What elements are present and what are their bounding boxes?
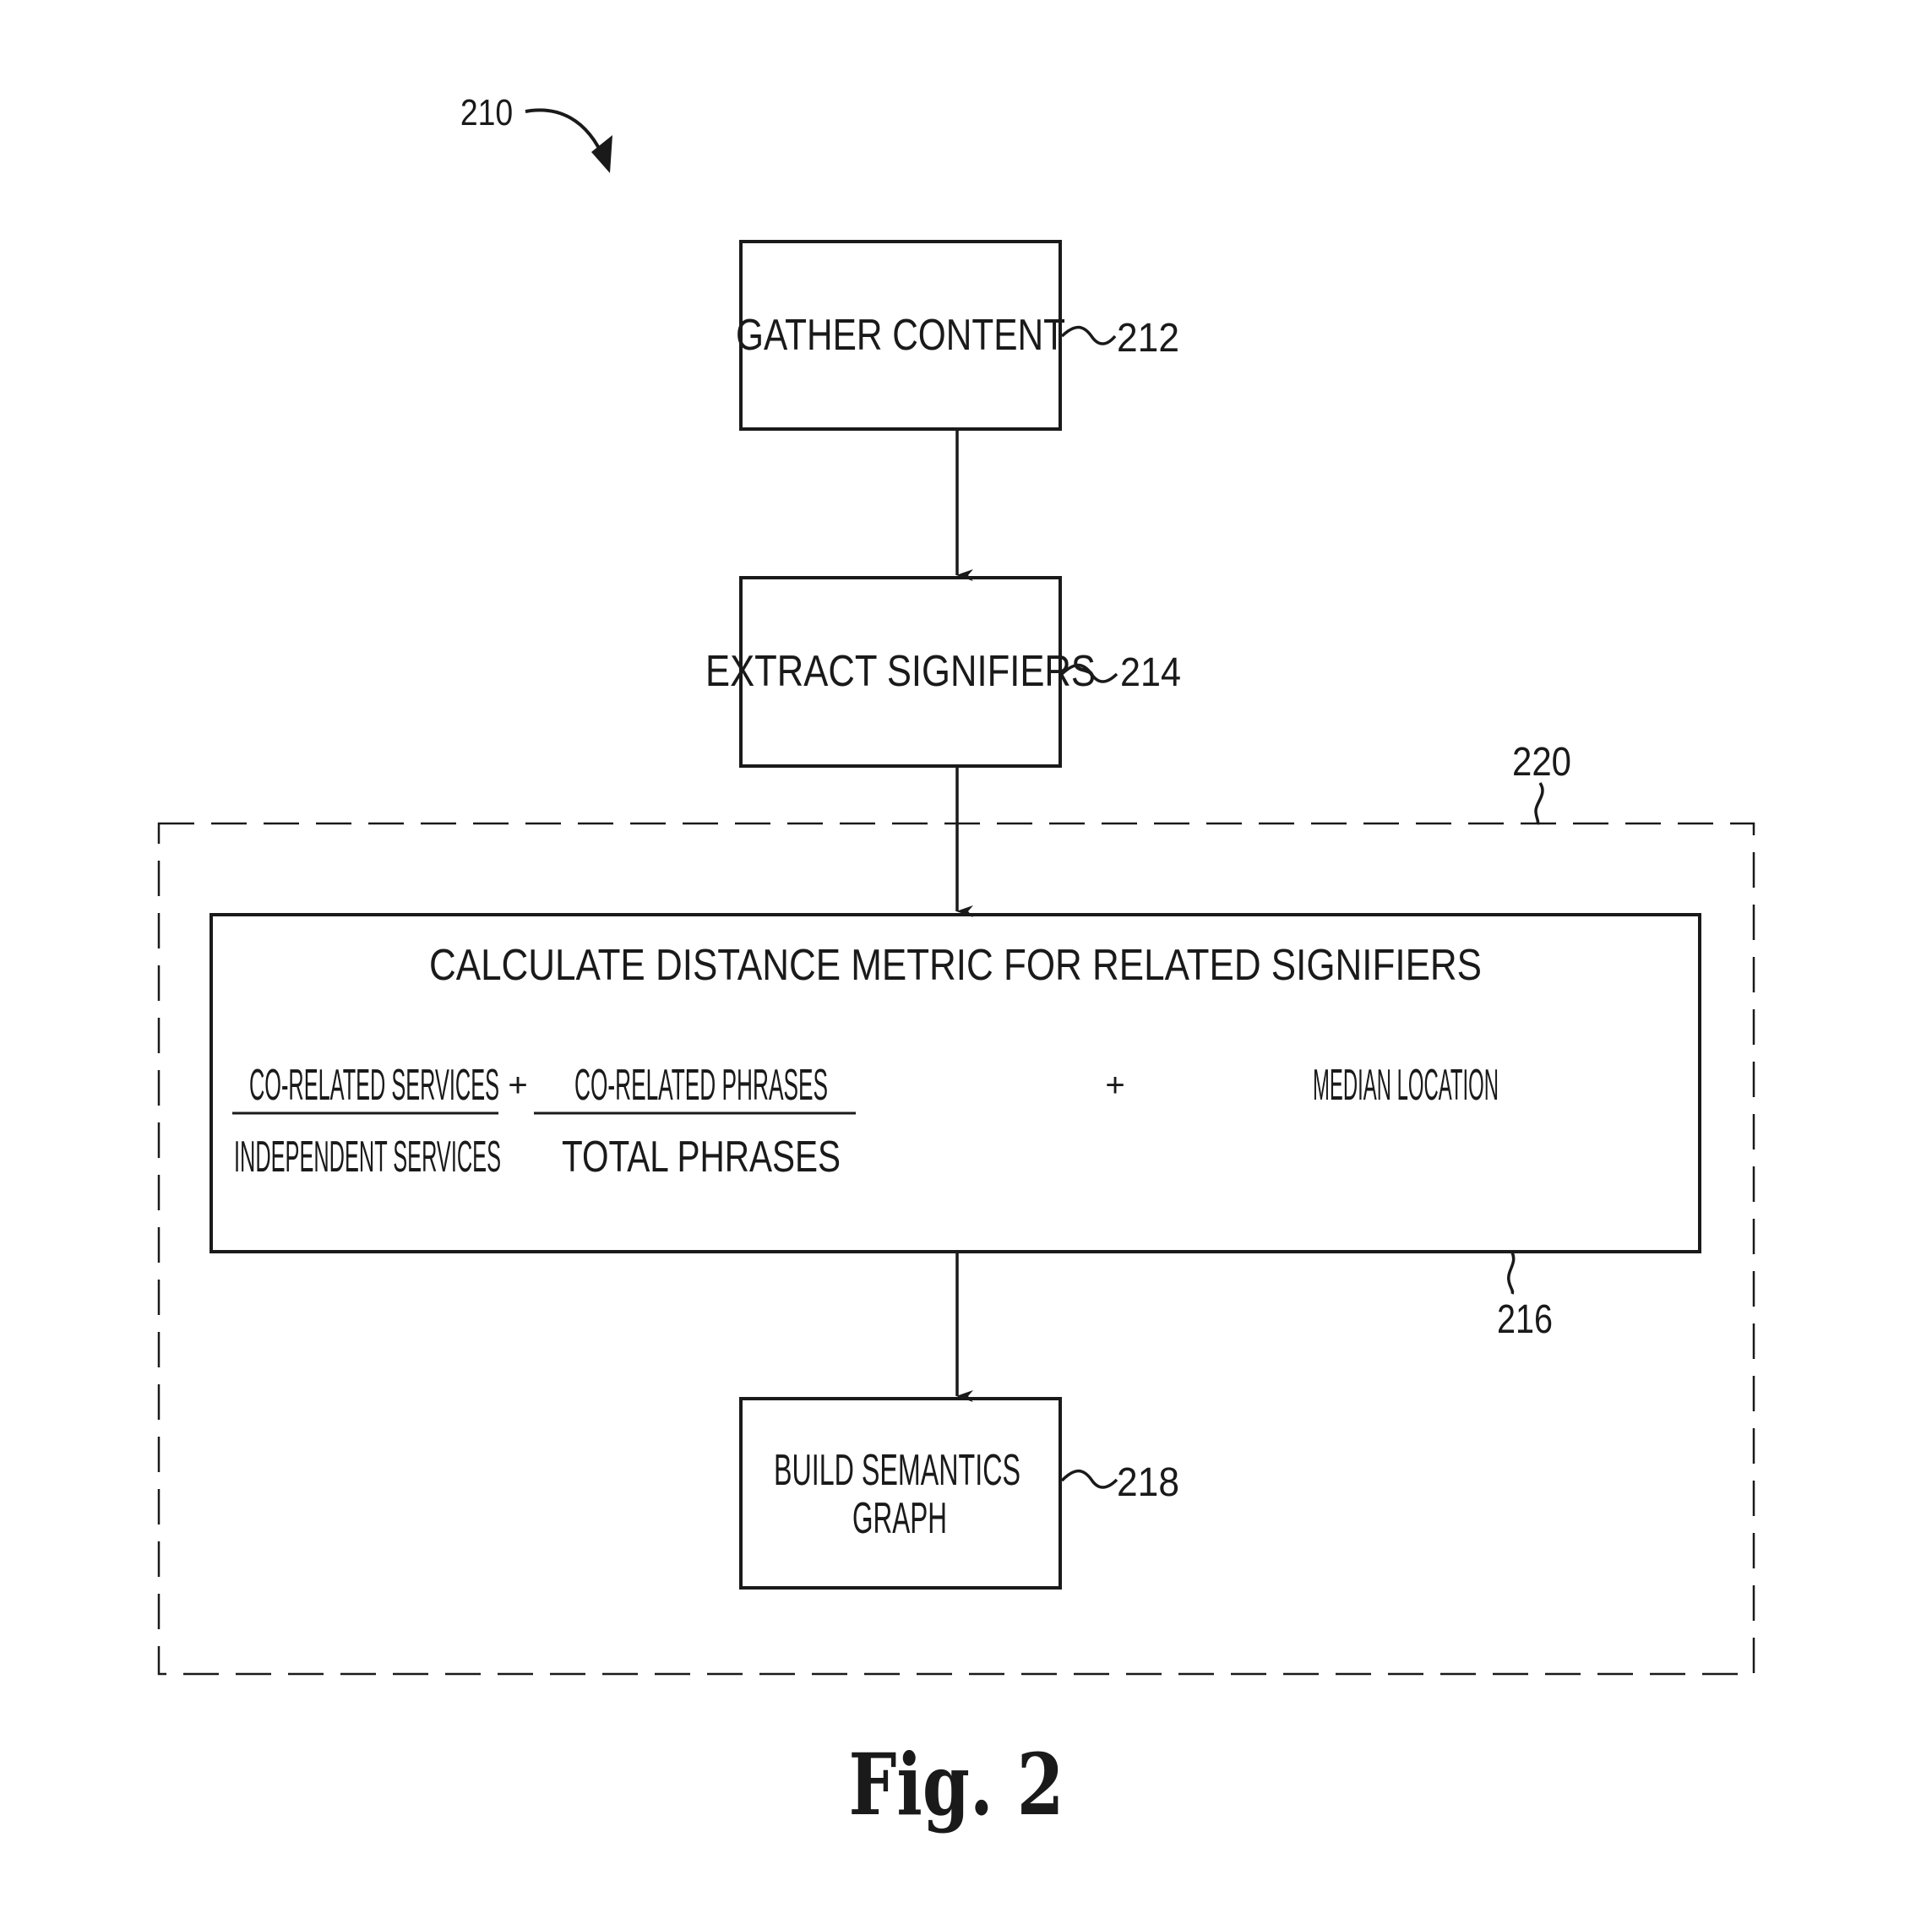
- formula-term2-numerator: CO-RELATED PHRASES: [574, 1061, 828, 1110]
- step-title: CALCULATE DISTANCE METRIC FOR RELATED SI…: [429, 941, 1482, 990]
- figure-caption: Fig. 2: [849, 1735, 1064, 1834]
- distance-formula: CO-RELATED SERVICES INDEPENDENT SERVICES…: [232, 1061, 1499, 1182]
- formula-term1-denominator: INDEPENDENT SERVICES: [234, 1133, 501, 1182]
- step-label-line-1: BUILD SEMANTICS: [774, 1446, 1020, 1495]
- formula-plus-operator: +: [508, 1067, 527, 1104]
- step-ref-number: 218: [1117, 1460, 1179, 1505]
- group-ref-leader-squiggle: [1534, 782, 1544, 825]
- formula-term2-denominator: TOTAL PHRASES: [562, 1133, 841, 1182]
- ref-leader-squiggle: [1060, 1469, 1118, 1489]
- step-ref-number: 214: [1120, 650, 1181, 695]
- ref-leader-squiggle: [1507, 1252, 1516, 1295]
- step-ref-number: 212: [1117, 316, 1179, 361]
- ref-leader-squiggle: [1060, 325, 1117, 345]
- formula-term1-numerator: CO-RELATED SERVICES: [249, 1061, 499, 1110]
- step-label: EXTRACT SIGNIFIERS: [705, 647, 1096, 696]
- step-build-semantics-graph: BUILD SEMANTICS GRAPH 218: [739, 1397, 1179, 1590]
- formula-term3: MEDIAN LOCATION: [1313, 1061, 1499, 1110]
- flowchart-canvas: 210 GATHER CONTENT 212 EXTRACT SIGNIFIER…: [157, 91, 1755, 1834]
- formula-plus-operator: +: [1105, 1067, 1124, 1104]
- figure-ref-label: 210: [460, 91, 513, 133]
- step-label-line-2: GRAPH: [852, 1494, 947, 1543]
- step-calculate-distance-metric: CALCULATE DISTANCE METRIC FOR RELATED SI…: [210, 913, 1701, 1342]
- figure-ref-label-group: 210: [460, 91, 612, 173]
- step-label: GATHER CONTENT: [736, 311, 1065, 360]
- group-ref-number: 220: [1512, 740, 1571, 785]
- step-gather-content: GATHER CONTENT 212: [736, 240, 1179, 431]
- step-ref-number: 216: [1497, 1297, 1553, 1342]
- step-extract-signifiers: EXTRACT SIGNIFIERS 214: [705, 576, 1181, 768]
